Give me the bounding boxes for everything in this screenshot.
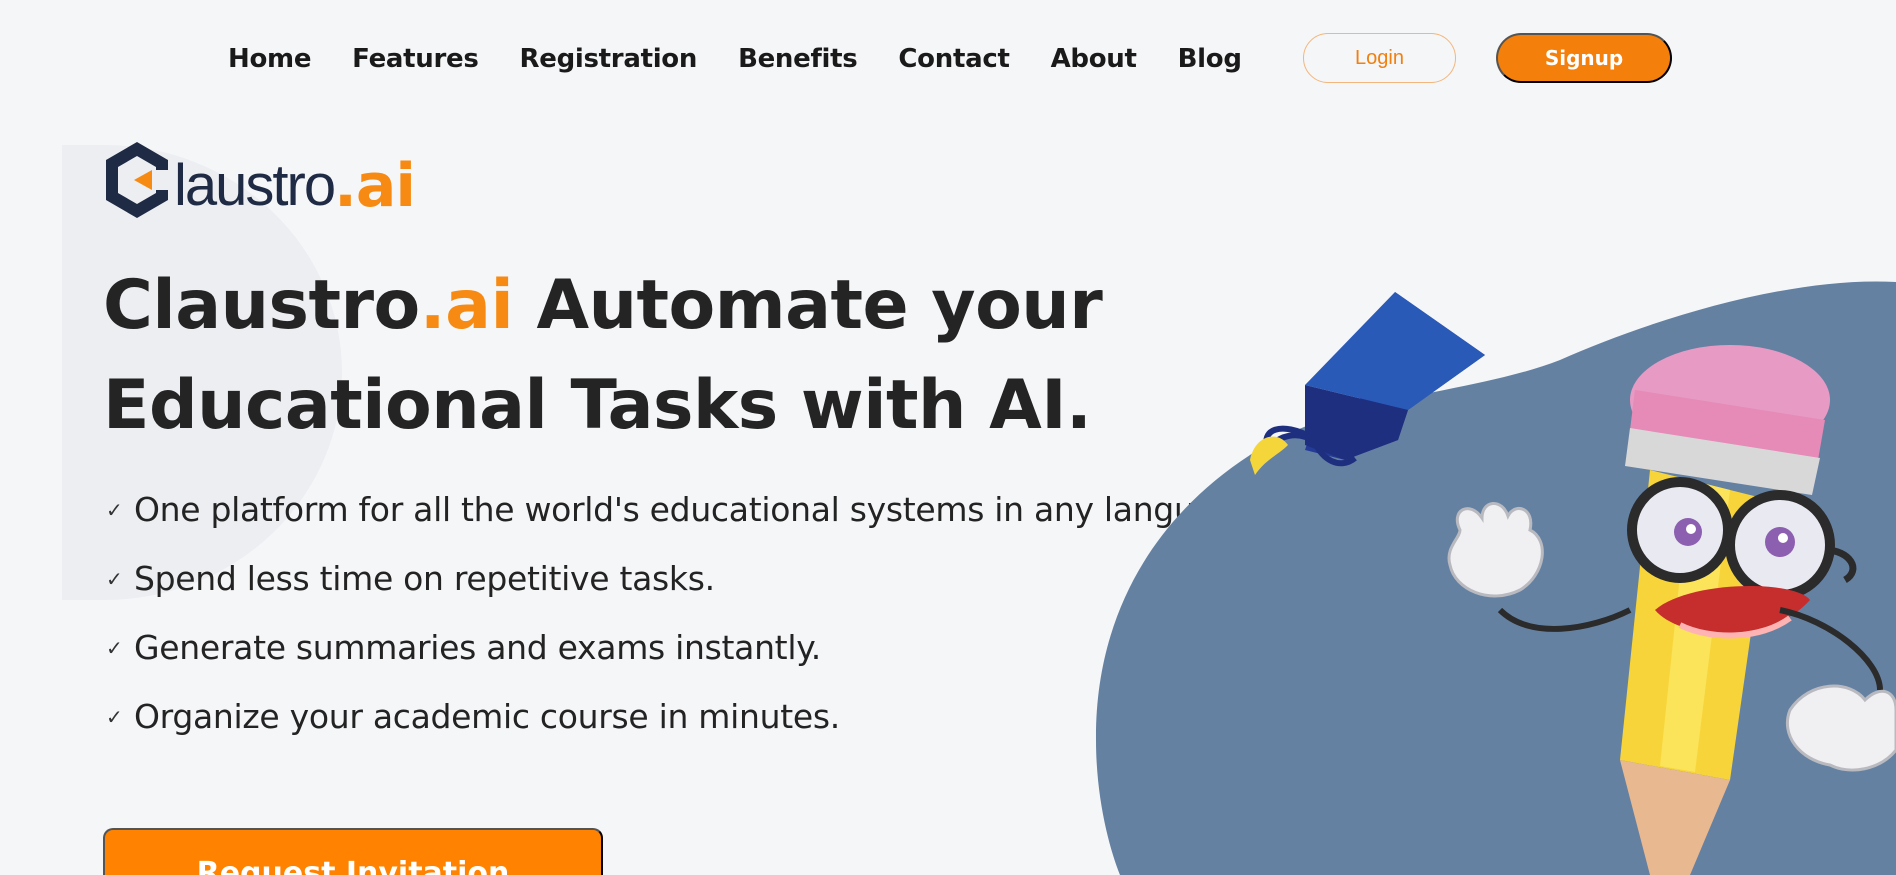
- check-icon: ✓: [106, 635, 123, 660]
- feature-text: Organize your academic course in minutes…: [134, 697, 840, 736]
- feature-item: ✓ Organize your academic course in minut…: [106, 682, 1195, 751]
- feature-item: ✓ Generate summaries and exams instantly…: [106, 613, 1195, 682]
- request-invitation-button[interactable]: Request Invitation: [103, 828, 603, 875]
- feature-item: ✓ One platform for all the world's educa…: [106, 475, 1195, 544]
- feature-text: One platform for all the world's educati…: [134, 490, 1195, 529]
- headline-line2: Educational Tasks with AI.: [103, 366, 1092, 445]
- check-icon: ✓: [106, 497, 123, 522]
- check-icon: ✓: [106, 704, 123, 729]
- nav-link-registration[interactable]: Registration: [520, 44, 698, 74]
- logo-wordmark-ai: .ai: [334, 151, 416, 221]
- login-button[interactable]: Login: [1303, 33, 1456, 83]
- signup-button[interactable]: Signup: [1496, 33, 1672, 83]
- top-navigation: Home Features Registration Benefits Cont…: [0, 30, 1896, 88]
- hero-illustration: [1090, 280, 1896, 875]
- landing-page: Home Features Registration Benefits Cont…: [0, 0, 1896, 875]
- hero-headline: Claustro.ai Automate your Educational Ta…: [103, 256, 1153, 456]
- nav-link-home[interactable]: Home: [228, 44, 311, 74]
- nav-link-contact[interactable]: Contact: [898, 44, 1009, 74]
- nav-link-blog[interactable]: Blog: [1178, 44, 1242, 74]
- claustro-logo-icon: [106, 142, 168, 218]
- headline-brand-ai: .ai: [419, 266, 514, 345]
- feature-text: Generate summaries and exams instantly.: [134, 628, 821, 667]
- nav-link-features[interactable]: Features: [352, 44, 479, 74]
- pencil-mascot-graduate-illustration: [1095, 281, 1896, 875]
- headline-brand: Claustro: [103, 266, 420, 345]
- brand-logo[interactable]: laustro .ai: [104, 140, 416, 221]
- feature-list: ✓ One platform for all the world's educa…: [106, 475, 1195, 751]
- headline-line1: Automate your: [513, 266, 1103, 345]
- nav-links: Home Features Registration Benefits Cont…: [228, 44, 1283, 74]
- nav-link-about[interactable]: About: [1051, 44, 1137, 74]
- nav-link-benefits[interactable]: Benefits: [738, 44, 858, 74]
- feature-text: Spend less time on repetitive tasks.: [134, 559, 715, 598]
- check-icon: ✓: [106, 566, 123, 591]
- feature-item: ✓ Spend less time on repetitive tasks.: [106, 544, 1195, 613]
- logo-wordmark: laustro: [174, 153, 336, 218]
